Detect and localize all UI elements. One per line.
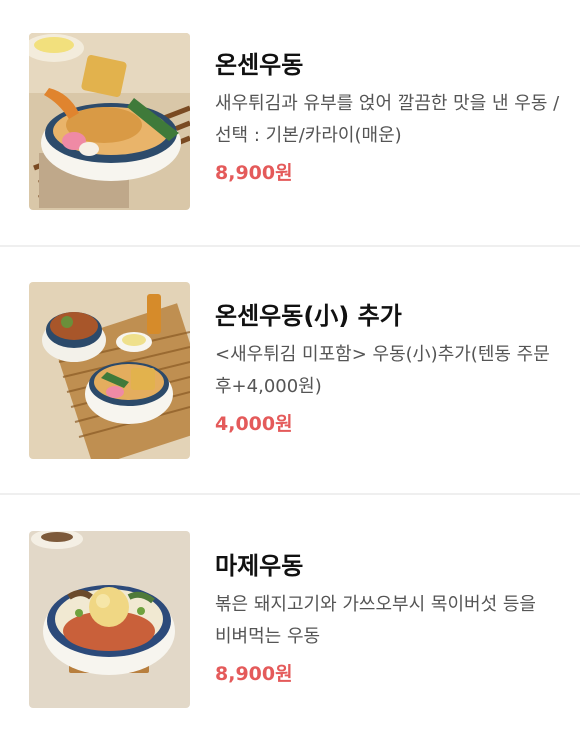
menu-item-maze-udon[interactable]: 마제우동 볶은 돼지고기와 가쓰오부시 목이버섯 등을 비벼먹는 우동 8,90… [0,496,580,744]
menu-item-price: 4,000원 [215,413,293,435]
menu-list: 온센우동 새우튀김과 유부를 얹어 깔끔한 맛을 낸 우동 /선택 : 기본/카… [0,0,580,742]
menu-item-description: 새우튀김과 유부를 얹어 깔끔한 맛을 낸 우동 /선택 : 기본/카라이(매운… [215,93,560,146]
maze-udon-photo[interactable] [29,531,190,708]
menu-item-info: 온센우동 새우튀김과 유부를 얹어 깔끔한 맛을 낸 우동 /선택 : 기본/카… [215,48,560,188]
divider [0,493,580,495]
menu-item-name: 온센우동 [215,51,304,79]
menu-item-onsen-udon-small[interactable]: 온센우동(小) 추가 <새우튀김 미포함> 우동(小)추가(텐동 주문 후+4,… [0,248,580,496]
menu-item-name: 온센우동(小) 추가 [215,302,402,330]
menu-item-info: 온센우동(小) 추가 <새우튀김 미포함> 우동(小)추가(텐동 주문 후+4,… [215,299,560,439]
divider [0,245,580,247]
menu-item-price: 8,900원 [215,663,293,685]
udon-tendon-set-photo[interactable] [29,282,190,459]
menu-item-description: <새우튀김 미포함> 우동(小)추가(텐동 주문 후+4,000원) [215,344,550,397]
menu-item-name: 마제우동 [215,552,304,580]
menu-item-price: 8,900원 [215,162,293,184]
udon-tempura-photo[interactable] [29,33,190,210]
menu-item-onsen-udon[interactable]: 온센우동 새우튀김과 유부를 얹어 깔끔한 맛을 낸 우동 /선택 : 기본/카… [0,0,580,248]
menu-item-description: 볶은 돼지고기와 가쓰오부시 목이버섯 등을 비벼먹는 우동 [215,594,536,647]
menu-item-info: 마제우동 볶은 돼지고기와 가쓰오부시 목이버섯 등을 비벼먹는 우동 8,90… [215,549,560,689]
